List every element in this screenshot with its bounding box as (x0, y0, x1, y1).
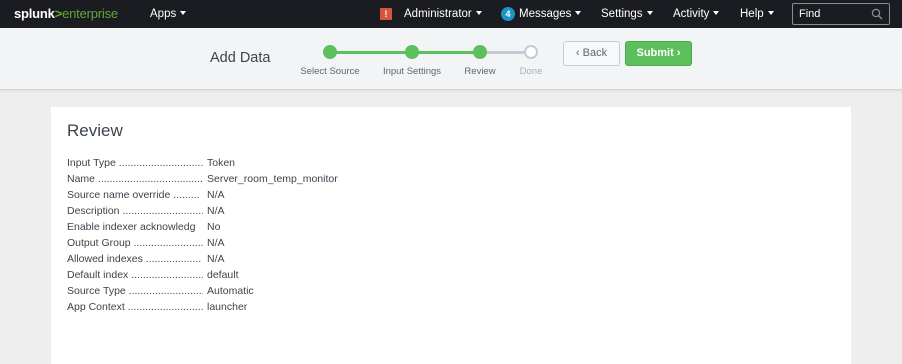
find-input[interactable] (799, 7, 869, 21)
help-label: Help (740, 8, 764, 20)
review-value: No (207, 221, 221, 233)
review-key: Name ...................................… (67, 173, 203, 185)
review-value: Token (207, 157, 236, 169)
review-key: Enable indexer acknowledg (67, 221, 196, 233)
add-data-wizard-bar: Add Data Select Source Input Settings Re… (0, 28, 902, 90)
review-panel: Review Input Type ......................… (51, 107, 851, 364)
caret-down-icon (575, 11, 582, 15)
submit-button-label: Submit (636, 47, 674, 59)
apps-menu[interactable]: Apps (150, 0, 187, 28)
splunk-logo[interactable]: splunk>enterprise (14, 6, 118, 21)
review-key: Allowed indexes ................... (67, 253, 202, 265)
administrator-menu[interactable]: ! Administrator (380, 0, 482, 28)
alert-icon: ! (380, 7, 392, 20)
review-value: N/A (207, 189, 225, 201)
review-value: launcher (207, 301, 248, 313)
caret-down-icon (180, 11, 187, 15)
review-key: Input Type .............................… (67, 157, 203, 169)
review-key: Source Type ........................... (67, 285, 203, 297)
caret-down-icon (767, 11, 774, 15)
help-menu[interactable]: Help (740, 0, 774, 28)
logo-product-text: enterprise (62, 6, 118, 21)
chevron-right-icon: › (676, 47, 681, 59)
step-dot-done (524, 45, 538, 59)
messages-label: Messages (519, 8, 572, 20)
step-label-review: Review (464, 66, 496, 77)
review-value: Server_room_temp_monitor (207, 173, 338, 185)
administrator-label: Administrator (404, 8, 472, 20)
logo-chevron: > (54, 6, 63, 21)
messages-count-badge: 4 (501, 6, 515, 21)
logo-splunk-text: splunk (14, 6, 55, 21)
back-button[interactable]: ‹ Back (563, 41, 620, 66)
review-key: App Context .......................... (67, 301, 203, 313)
caret-down-icon (646, 11, 653, 15)
review-key: Description ............................ (67, 205, 203, 217)
settings-menu[interactable]: Settings (601, 0, 653, 28)
settings-label: Settings (601, 8, 643, 20)
messages-menu[interactable]: 4 Messages (501, 0, 582, 28)
step-dot-select-source (323, 45, 337, 59)
find-box[interactable] (792, 3, 890, 25)
search-icon[interactable] (871, 8, 883, 20)
submit-button[interactable]: Submit › (625, 41, 692, 66)
review-title: Review (67, 121, 123, 140)
review-value: N/A (207, 253, 225, 265)
top-nav-bar: splunk>enterprise Apps ! Administrator 4M… (0, 0, 902, 28)
review-value: default (207, 269, 239, 281)
caret-down-icon (713, 11, 720, 15)
chevron-left-icon: ‹ (575, 47, 580, 59)
step-dot-input-settings (405, 45, 419, 59)
activity-label: Activity (673, 8, 710, 20)
review-value: N/A (207, 237, 225, 249)
step-label-input-settings: Input Settings (382, 66, 442, 77)
back-button-label: Back (582, 47, 608, 59)
review-value: Automatic (207, 285, 254, 297)
wizard-title: Add Data (210, 50, 271, 66)
review-key: Output Group ......................... (67, 237, 203, 249)
review-value: N/A (207, 205, 225, 217)
review-key: Source name override ......... (67, 189, 200, 201)
step-dot-review (473, 45, 487, 59)
review-key: Default index ......................... (67, 269, 203, 281)
step-label-select-source: Select Source (300, 66, 360, 77)
activity-menu[interactable]: Activity (673, 0, 720, 28)
apps-menu-label: Apps (150, 8, 177, 20)
caret-down-icon (475, 11, 482, 15)
step-label-done: Done (519, 66, 543, 77)
